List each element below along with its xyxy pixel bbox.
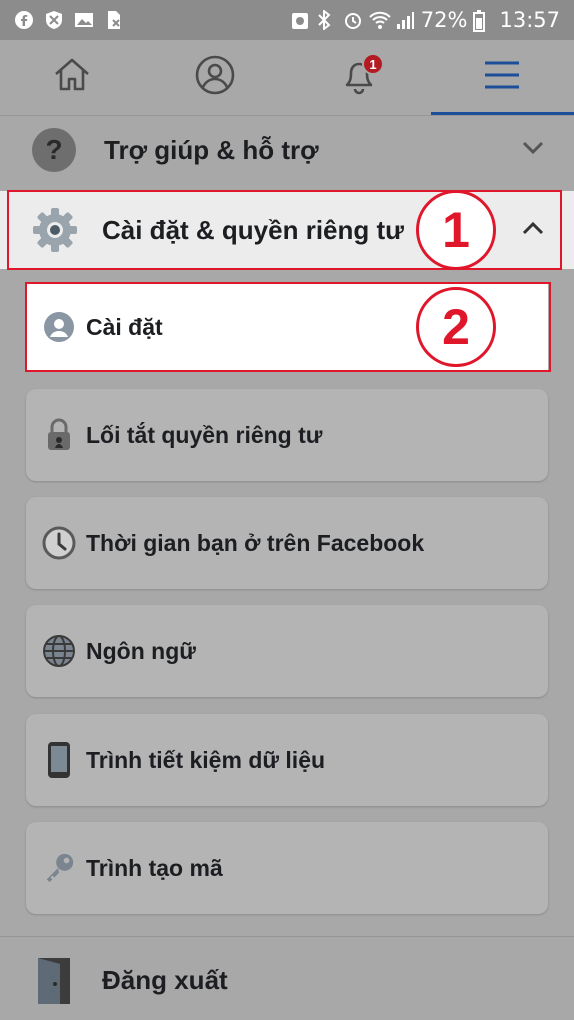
recycle-icon [291, 10, 311, 30]
sim-off-icon [104, 10, 124, 30]
submenu-item-time-on-facebook[interactable]: Thời gian bạn ở trên Facebook [26, 497, 548, 589]
question-icon: ? [30, 126, 78, 174]
signal-icon [395, 10, 415, 30]
bluetooth-icon [317, 8, 337, 32]
step1-marker: 1 [416, 190, 496, 270]
key-icon [42, 851, 76, 885]
battery-icon [473, 10, 493, 32]
submenu-label: Trình tạo mã [86, 854, 223, 881]
submenu-item-language[interactable]: Ngôn ngữ [26, 605, 548, 697]
globe-icon [42, 634, 76, 668]
status-bar: 72% 13:57 [0, 0, 574, 40]
submenu-item-code-generator[interactable]: Trình tạo mã [26, 822, 548, 914]
phone-icon [42, 742, 76, 778]
tab-menu[interactable] [430, 40, 574, 115]
chevron-down-icon[interactable] [522, 141, 544, 160]
submenu-item-privacy-shortcuts[interactable]: Lối tắt quyền riêng tư [26, 389, 548, 481]
top-nav-bar: 1 [0, 40, 574, 116]
help-support-row[interactable]: ? Trợ giúp & hỗ trợ [0, 118, 574, 182]
submenu-label: Ngôn ngữ [86, 637, 196, 664]
logout-label: Đăng xuất [102, 964, 228, 995]
alarm-icon [343, 10, 363, 30]
submenu-label: Lối tắt quyền riêng tư [86, 421, 323, 448]
svg-text:?: ? [45, 134, 62, 165]
image-icon [74, 10, 94, 30]
step2-marker: 2 [416, 287, 496, 367]
home-icon [52, 55, 92, 100]
clock-time: 13:57 [499, 8, 560, 32]
submenu-label: Thời gian bạn ở trên Facebook [86, 529, 425, 556]
profile-icon [194, 54, 236, 101]
clock-icon [42, 526, 76, 560]
notification-badge: 1 [362, 53, 384, 75]
facebook-icon [14, 10, 34, 30]
door-icon [34, 954, 74, 1006]
tab-home[interactable] [0, 40, 144, 115]
lock-icon [42, 418, 76, 452]
tab-notifications[interactable] [287, 40, 431, 115]
menu-icon [483, 59, 521, 96]
battery-percent: 72% [420, 8, 468, 32]
wifi-icon [369, 10, 391, 30]
submenu-label: Trình tiết kiệm dữ liệu [86, 746, 326, 773]
divider [0, 936, 574, 937]
help-support-label: Trợ giúp & hỗ trợ [104, 134, 319, 165]
logout-row[interactable]: Đăng xuất [0, 944, 574, 1016]
submenu-item-data-saver[interactable]: Trình tiết kiệm dữ liệu [26, 714, 548, 806]
shield-icon [44, 10, 64, 30]
tab-profile[interactable] [144, 40, 288, 115]
